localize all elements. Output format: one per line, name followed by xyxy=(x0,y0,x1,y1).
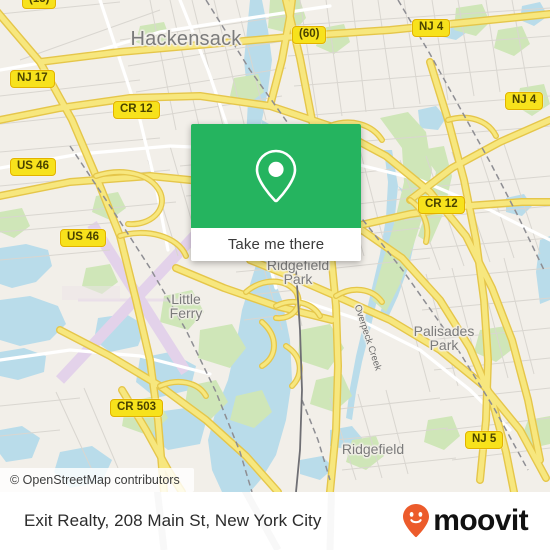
attribution-text: © OpenStreetMap contributors xyxy=(10,473,180,487)
footer-bar: Exit Realty, 208 Main St, New York City … xyxy=(0,492,550,550)
location-popup-card[interactable]: Take me there xyxy=(191,124,361,261)
road-shield-13-clipped[interactable]: (13) xyxy=(22,0,57,9)
take-me-there-button[interactable]: Take me there xyxy=(191,228,361,261)
moovit-logo[interactable]: moovit xyxy=(401,503,529,539)
moovit-pin-smile-icon xyxy=(403,504,430,538)
map-pin-icon xyxy=(255,149,297,203)
road-shield-cr12-left[interactable]: CR 12 xyxy=(113,101,160,119)
road-shield-nj5[interactable]: NJ 5 xyxy=(465,431,504,449)
map-viewport[interactable]: Hackensack Little Ferry Ridgefield Park … xyxy=(0,0,550,492)
moovit-wordmark: moovit xyxy=(433,504,528,537)
popup-card-header xyxy=(191,124,361,228)
road-shield-nj17[interactable]: NJ 17 xyxy=(10,70,55,88)
road-shield-cr12-right[interactable]: CR 12 xyxy=(418,196,465,214)
road-shield-us46-lower[interactable]: US 46 xyxy=(60,229,106,247)
map-attribution[interactable]: © OpenStreetMap contributors xyxy=(0,468,194,492)
road-shield-nj4-top[interactable]: NJ 4 xyxy=(412,19,451,37)
location-title: Exit Realty, 208 Main St, New York City xyxy=(24,511,322,530)
moovit-map-page: Hackensack Little Ferry Ridgefield Park … xyxy=(0,0,550,550)
road-shield-60[interactable]: (60) xyxy=(292,26,327,44)
road-shield-cr503[interactable]: CR 503 xyxy=(110,399,163,417)
road-shield-us46-upper[interactable]: US 46 xyxy=(10,158,56,176)
road-shield-nj4-right[interactable]: NJ 4 xyxy=(505,92,544,110)
